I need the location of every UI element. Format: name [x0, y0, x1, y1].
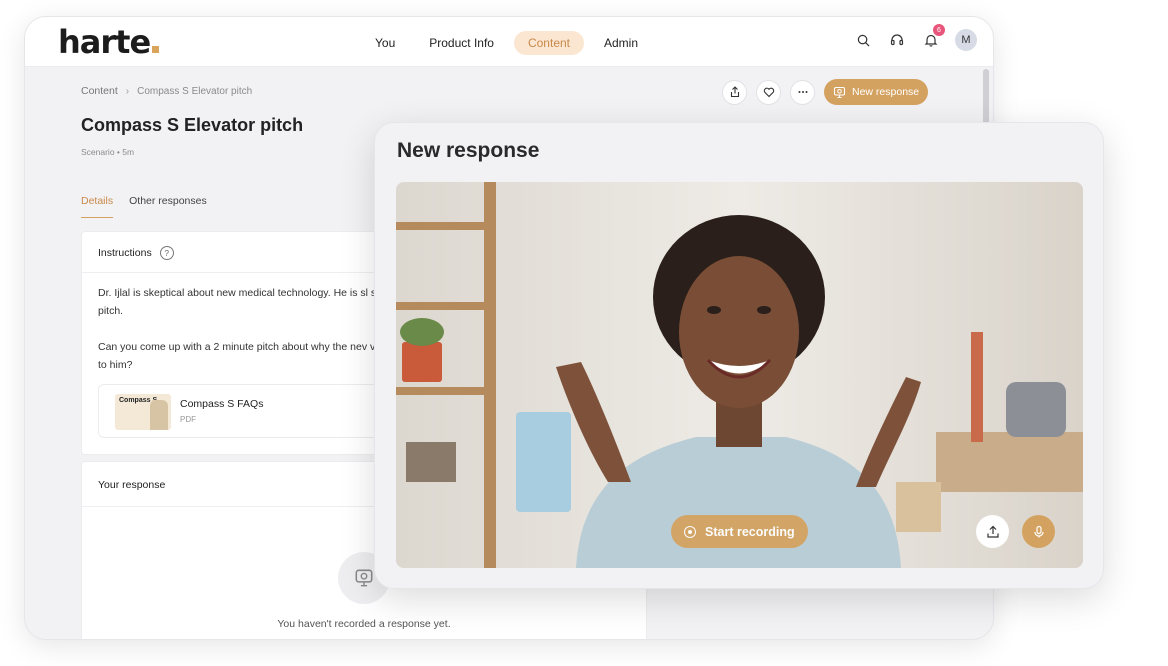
logo-text: harte: [58, 23, 151, 61]
upload-icon: [986, 525, 999, 538]
microphone-button[interactable]: [1022, 515, 1055, 548]
nav-content[interactable]: Content: [513, 31, 584, 55]
favorite-button[interactable]: [756, 79, 781, 105]
main-nav: You Product Info Content Admin: [361, 31, 658, 55]
new-response-button[interactable]: New response: [824, 79, 929, 105]
attachment-name: Compass S FAQs: [180, 398, 264, 410]
bell-icon[interactable]: 6: [921, 24, 945, 50]
headset-icon[interactable]: [887, 30, 907, 50]
logo-dot: [152, 46, 160, 53]
instructions-heading: Instructions: [98, 247, 152, 259]
instructions-paragraph-1: Dr. Ijlal is skeptical about new medical…: [98, 287, 396, 317]
search-icon[interactable]: [853, 30, 873, 50]
new-response-label: New response: [852, 86, 920, 98]
start-recording-button[interactable]: Start recording: [671, 515, 808, 548]
share-icon: [730, 86, 739, 98]
logo[interactable]: harte: [58, 23, 160, 61]
nav-admin[interactable]: Admin: [590, 31, 652, 55]
breadcrumb: Content › Compass S Elevator pitch: [81, 85, 252, 97]
new-response-modal: New response Start recording: [374, 122, 1104, 589]
your-response-heading: Your response: [98, 479, 166, 491]
record-icon: [684, 525, 696, 538]
more-icon: [798, 91, 807, 93]
attachment-card[interactable]: Compass S Compass S FAQs PDF: [98, 384, 398, 438]
heart-icon: [763, 87, 774, 98]
top-bar: harte You Product Info Content Admin 6 M: [25, 17, 993, 67]
page-meta: Scenario • 5m: [81, 147, 135, 157]
modal-title: New response: [397, 139, 540, 162]
action-buttons: New response: [722, 79, 929, 105]
attachment-thumbnail: Compass S: [115, 394, 171, 430]
share-button[interactable]: [722, 79, 747, 105]
tab-details[interactable]: Details: [81, 195, 114, 218]
nav-you[interactable]: You: [361, 31, 409, 55]
breadcrumb-current: Compass S Elevator pitch: [137, 85, 253, 97]
avatar[interactable]: M: [955, 29, 977, 51]
recording-icon: [355, 569, 373, 587]
microphone-icon: [1033, 525, 1044, 537]
instructions-paragraph-2: Can you come up with a 2 minute pitch ab…: [98, 341, 396, 371]
empty-state-text: You haven't recorded a response yet.: [277, 618, 451, 630]
camera-feed-image: [396, 182, 1083, 568]
camera-preview: Start recording: [396, 182, 1083, 568]
start-recording-label: Start recording: [705, 524, 795, 539]
thumbnail-device-shape: [150, 400, 168, 430]
tab-other-responses[interactable]: Other responses: [129, 195, 207, 218]
attachment-type: PDF: [180, 415, 196, 424]
recording-icon: [833, 86, 846, 98]
page-title: Compass S Elevator pitch: [81, 115, 304, 135]
breadcrumb-content[interactable]: Content: [81, 85, 118, 97]
nav-product-info[interactable]: Product Info: [415, 31, 508, 55]
more-button[interactable]: [790, 79, 815, 105]
screen: harte You Product Info Content Admin 6 M: [0, 0, 1168, 666]
help-icon[interactable]: ?: [159, 246, 174, 260]
instructions-header: Instructions ?: [98, 246, 174, 260]
top-icons: 6 M: [853, 24, 977, 51]
notification-badge: 6: [933, 24, 945, 36]
chevron-right-icon: ›: [125, 85, 130, 97]
tabs: Details Other responses: [81, 195, 207, 218]
upload-button[interactable]: [976, 515, 1009, 548]
